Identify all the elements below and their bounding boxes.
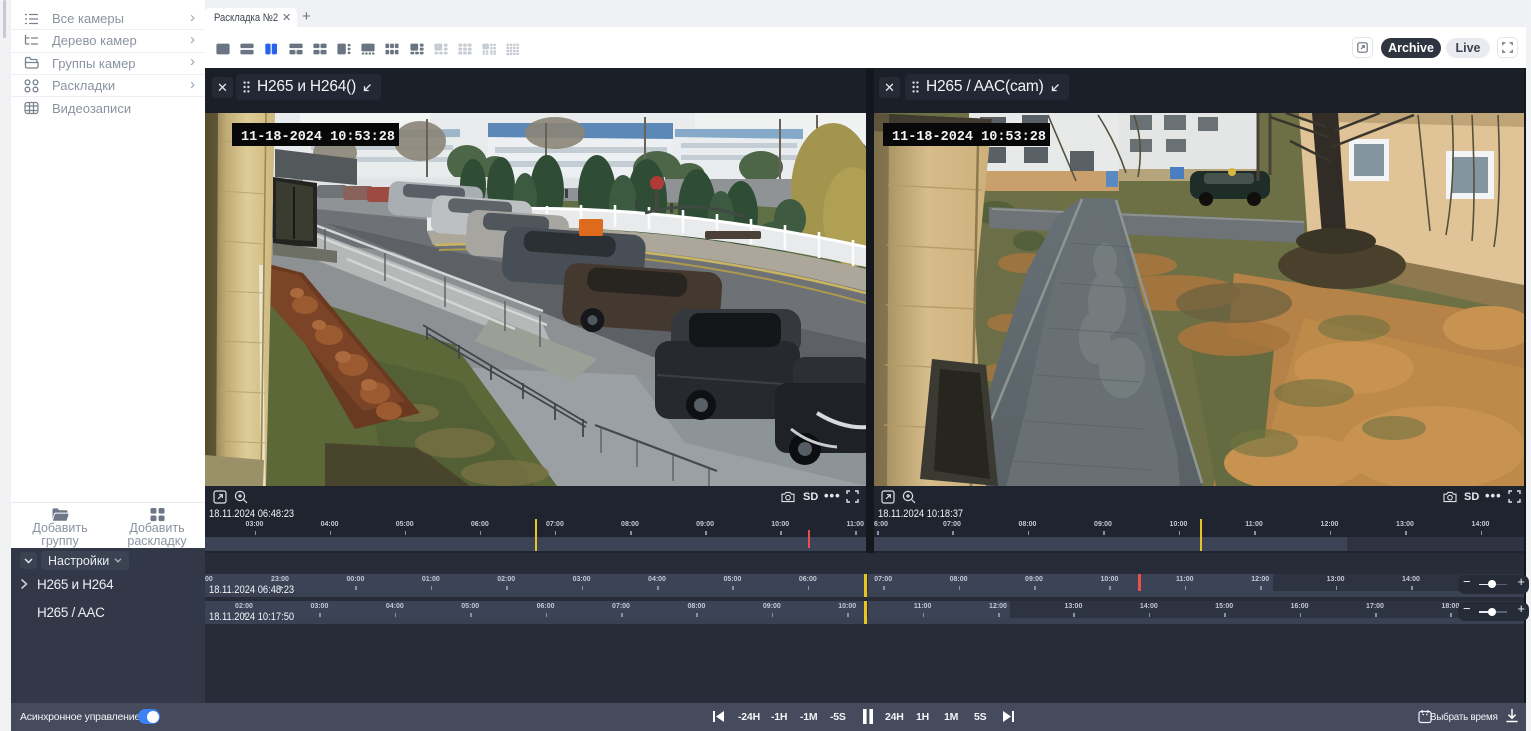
svg-text:11-18-2024 10:53:28: 11-18-2024 10:53:28 <box>241 130 395 145</box>
svg-text:11-18-2024 10:53:28: 11-18-2024 10:53:28 <box>892 130 1046 145</box>
